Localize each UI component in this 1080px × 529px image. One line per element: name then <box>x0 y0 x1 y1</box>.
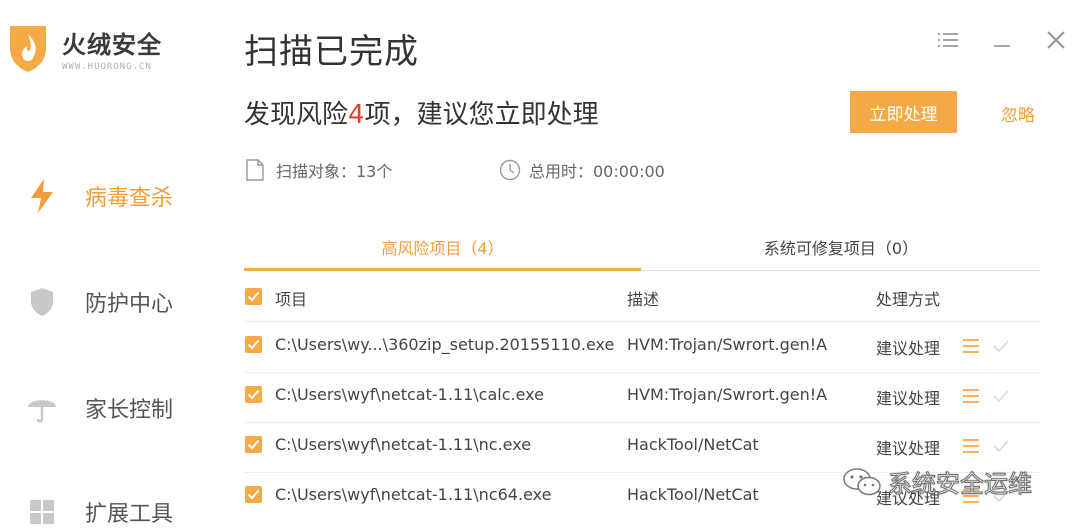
select-all-checkbox[interactable] <box>245 288 262 305</box>
row-checkbox[interactable] <box>245 486 262 503</box>
column-header-item: 项目 <box>275 290 308 309</box>
risk-count: 4 <box>348 100 365 130</box>
app-logo: 火绒安全 WWW.HUORONG.CN <box>6 22 162 74</box>
row-checkbox[interactable] <box>245 436 262 453</box>
tab-system-repairable[interactable]: 系统可修复项目（0） <box>641 235 1041 271</box>
shield-icon <box>24 284 60 320</box>
row-checkbox[interactable] <box>245 386 262 403</box>
lightning-icon <box>24 178 60 214</box>
watermark-text: 系统安全运维 <box>888 470 1033 499</box>
checkmark-icon[interactable] <box>992 388 1010 404</box>
app-url: WWW.HUORONG.CN <box>62 61 152 72</box>
app-name: 火绒安全 <box>62 30 162 59</box>
row-checkbox[interactable] <box>245 336 262 353</box>
checkmark-icon[interactable] <box>992 438 1010 454</box>
list-icon[interactable] <box>962 338 980 354</box>
row-description: HackTool/NetCat <box>627 435 759 454</box>
row-path: C:\Users\wyf\netcat-1.11\nc64.exe <box>275 485 552 504</box>
row-description: HackTool/NetCat <box>627 485 759 504</box>
tab-high-risk[interactable]: 高风险项目（4） <box>244 235 641 271</box>
table-row: C:\Users\wy...\360zip_setup.20155110.exe… <box>0 322 1080 372</box>
handle-now-button[interactable]: 立即处理 <box>850 91 957 133</box>
active-tab-indicator <box>244 268 641 271</box>
page-title: 扫描已完成 <box>244 32 419 72</box>
risk-summary-prefix: 发现风险 <box>244 100 349 130</box>
sidebar-item-protection-center[interactable]: 防护中心 <box>24 284 173 320</box>
scan-objects-stat: 扫描对象：13个 <box>246 158 392 182</box>
total-time-stat: 总用时：00:00:00 <box>499 158 665 182</box>
huorong-logo-icon <box>10 26 46 72</box>
clock-icon <box>499 159 521 181</box>
row-path: C:\Users\wyf\netcat-1.11\nc.exe <box>275 435 532 454</box>
document-icon <box>246 159 268 181</box>
table-row: C:\Users\wyf\netcat-1.11\calc.exe HVM:Tr… <box>0 372 1080 422</box>
row-action[interactable]: 建议处理 <box>876 385 940 409</box>
row-path: C:\Users\wy...\360zip_setup.20155110.exe <box>275 335 615 354</box>
column-header-action: 处理方式 <box>876 290 941 309</box>
row-description: HVM:Trojan/Swrort.gen!A <box>627 335 828 354</box>
risk-summary-suffix: 项，建议您立即处理 <box>364 100 599 130</box>
row-path: C:\Users\wyf\netcat-1.11\calc.exe <box>275 385 544 404</box>
list-icon[interactable] <box>962 388 980 404</box>
row-action[interactable]: 建议处理 <box>876 435 940 459</box>
sidebar-item-virus-scan[interactable]: 病毒查杀 <box>24 178 173 214</box>
ignore-link[interactable]: 忽略 <box>1001 101 1035 126</box>
close-icon[interactable] <box>1042 26 1070 54</box>
watermark: 系统安全运维 <box>842 464 1033 499</box>
row-action[interactable]: 建议处理 <box>876 335 940 359</box>
row-description: HVM:Trojan/Swrort.gen!A <box>627 385 828 404</box>
scan-objects-text: 扫描对象：13个 <box>276 162 393 181</box>
sidebar-item-label: 病毒查杀 <box>85 186 174 211</box>
minimize-icon[interactable] <box>988 26 1016 54</box>
menu-icon[interactable] <box>934 26 962 54</box>
list-icon[interactable] <box>962 438 980 454</box>
sidebar-item-label: 防护中心 <box>85 292 174 317</box>
column-header-description: 描述 <box>627 290 660 309</box>
checkmark-icon[interactable] <box>992 338 1010 354</box>
total-time-text: 总用时：00:00:00 <box>529 162 665 181</box>
wechat-icon <box>843 467 881 495</box>
risk-summary: 发现风险4项，建议您立即处理 <box>244 94 599 131</box>
